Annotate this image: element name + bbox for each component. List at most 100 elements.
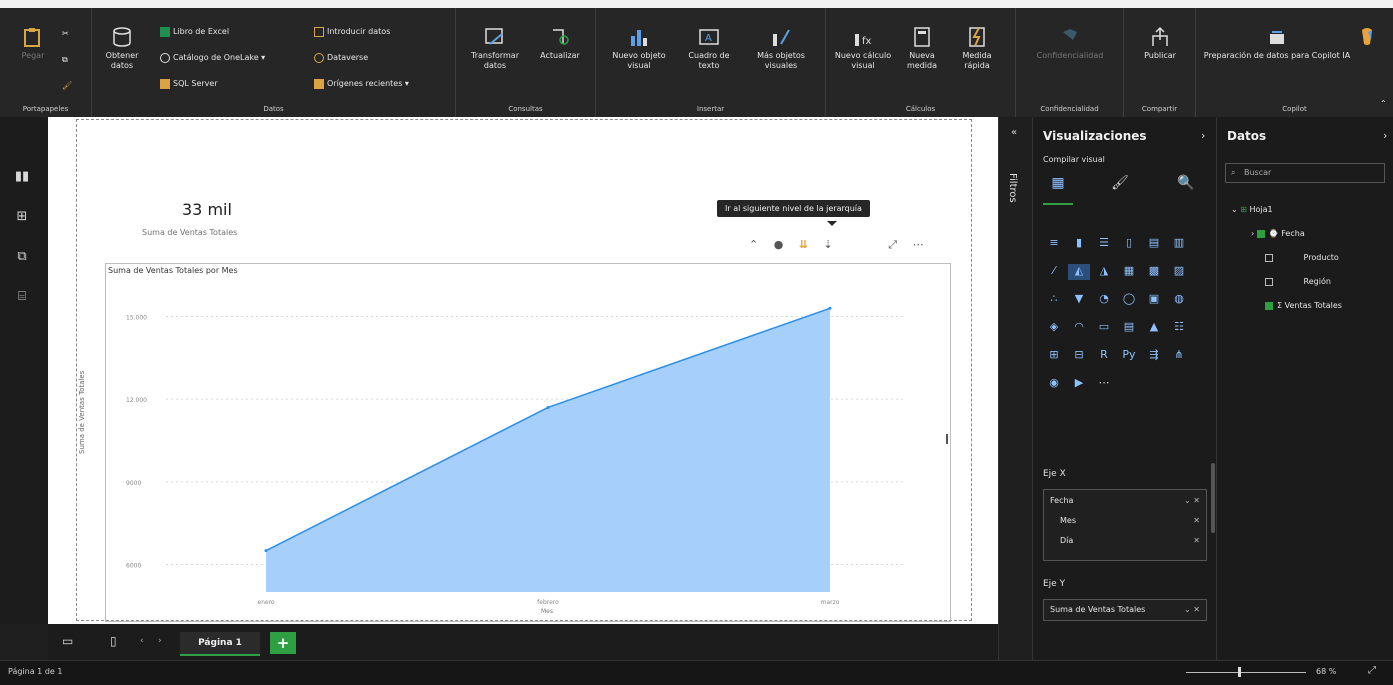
- drill-up-icon[interactable]: ⌃: [749, 238, 758, 251]
- enter-data-button[interactable]: Introducir datos: [314, 26, 390, 38]
- transform-data-button[interactable]: Transformar datos: [464, 26, 526, 71]
- prev-page-icon[interactable]: ‹: [140, 636, 144, 646]
- x-field-mes-remove-icon[interactable]: ✕: [1193, 516, 1200, 525]
- pie-chart-icon[interactable]: ◔: [1093, 292, 1115, 308]
- decomposition-tree-icon[interactable]: ⋔: [1168, 348, 1190, 364]
- paste-button[interactable]: Pegar: [18, 26, 48, 61]
- quick-measure-button[interactable]: Medida rápida: [950, 26, 1004, 71]
- clustered-bar-icon[interactable]: ☰: [1093, 236, 1115, 252]
- sensitivity-button[interactable]: Confidencialidad: [1024, 26, 1116, 61]
- build-visual-tab-icon[interactable]: ▦: [1043, 175, 1073, 205]
- map-icon[interactable]: ◍: [1168, 292, 1190, 308]
- python-visual-icon[interactable]: Py: [1118, 348, 1140, 364]
- fecha-checkbox[interactable]: [1256, 229, 1265, 238]
- field-ventas-totales[interactable]: Σ Ventas Totales: [1265, 301, 1342, 310]
- donut-chart-icon[interactable]: ◯: [1118, 292, 1140, 308]
- new-measure-button[interactable]: Nueva medida: [898, 26, 946, 71]
- r-visual-icon[interactable]: R: [1093, 348, 1115, 364]
- onelake-catalog-button[interactable]: Catálogo de OneLake ▾: [160, 52, 265, 64]
- region-checkbox[interactable]: [1265, 277, 1273, 286]
- gauge-icon[interactable]: ◠: [1068, 320, 1090, 336]
- next-page-icon[interactable]: ›: [158, 636, 162, 646]
- publish-button[interactable]: Publicar: [1134, 26, 1186, 61]
- collapse-viz-icon[interactable]: ›: [1201, 129, 1205, 142]
- dax-query-view-icon[interactable]: ⌸: [11, 289, 33, 307]
- drill-mode-icon[interactable]: ●: [774, 238, 784, 251]
- data-point[interactable]: [828, 306, 832, 310]
- y-field-remove-icon[interactable]: ⌄ ✕: [1184, 605, 1200, 614]
- narrative-icon[interactable]: ▶: [1068, 376, 1090, 392]
- filters-pane-collapsed[interactable]: « Filtros: [998, 117, 1033, 660]
- x-field-mes[interactable]: Mes: [1060, 516, 1076, 525]
- copilot-button[interactable]: [1350, 26, 1384, 51]
- more-visuals-ellipsis-icon[interactable]: ⋯: [1093, 376, 1115, 392]
- x-axis-well[interactable]: Fecha ⌄ ✕ Mes ✕ Día ✕: [1043, 489, 1207, 561]
- field-fecha[interactable]: › ⌚ Fecha: [1251, 229, 1305, 238]
- recent-sources-button[interactable]: Orígenes recientes ▾: [314, 78, 409, 90]
- viz-pane-scrollbar[interactable]: [1211, 463, 1215, 533]
- refresh-button[interactable]: Actualizar: [532, 26, 588, 61]
- zoom-slider-thumb[interactable]: [1238, 667, 1241, 677]
- collapse-data-icon[interactable]: ›: [1383, 129, 1387, 142]
- y-field-ventas[interactable]: Suma de Ventas Totales: [1050, 605, 1145, 614]
- filters-label[interactable]: Filtros: [1007, 173, 1018, 203]
- report-canvas[interactable]: 33 mil Suma de Ventas Totales Ir al sigu…: [48, 117, 998, 624]
- x-field-fecha-remove-icon[interactable]: ⌄ ✕: [1184, 496, 1200, 505]
- card-icon[interactable]: ▭: [1093, 320, 1115, 336]
- cut-icon[interactable]: ✂: [62, 28, 69, 40]
- x-field-dia[interactable]: Día: [1060, 536, 1073, 545]
- drill-next-level-icon[interactable]: ⇊: [799, 238, 808, 251]
- table-view-icon[interactable]: ⊞: [11, 209, 33, 227]
- add-page-button[interactable]: +: [270, 632, 296, 654]
- get-data-button[interactable]: Obtener datos: [102, 26, 142, 71]
- text-box-button[interactable]: A Cuadro de texto: [678, 26, 740, 71]
- kpi-icon[interactable]: ▲: [1143, 320, 1165, 336]
- model-view-icon[interactable]: ⧉: [11, 249, 33, 267]
- copilot-data-prep-button[interactable]: Preparación de datos para Copilot IA: [1202, 26, 1352, 61]
- multirow-card-icon[interactable]: ▤: [1118, 320, 1140, 336]
- data-point[interactable]: [546, 405, 550, 409]
- field-producto[interactable]: Producto: [1265, 253, 1339, 262]
- dataverse-button[interactable]: Dataverse: [314, 52, 368, 64]
- new-visual-calc-button[interactable]: fx Nuevo cálculo visual: [832, 26, 894, 71]
- analytics-tab-icon[interactable]: 🔍: [1171, 175, 1201, 203]
- stacked-bar-icon[interactable]: ≡: [1043, 236, 1065, 252]
- ventas-checkbox[interactable]: [1265, 301, 1273, 310]
- clustered-column-icon[interactable]: ▯: [1118, 236, 1140, 252]
- funnel-icon[interactable]: ▼: [1068, 292, 1090, 308]
- fit-to-page-icon[interactable]: ⤢: [1368, 665, 1376, 676]
- zoom-slider[interactable]: [1186, 672, 1306, 673]
- new-visual-button[interactable]: Nuevo objeto visual: [604, 26, 674, 71]
- producto-checkbox[interactable]: [1265, 253, 1273, 262]
- format-visual-tab-icon[interactable]: 🖌: [1105, 175, 1135, 203]
- desktop-layout-icon[interactable]: ▭: [62, 634, 73, 648]
- 100-bar-icon[interactable]: ▤: [1143, 236, 1165, 252]
- y-axis-well[interactable]: Suma de Ventas Totales ⌄ ✕: [1043, 599, 1207, 621]
- data-point[interactable]: [264, 549, 268, 553]
- data-search-input[interactable]: ⌕ Buscar: [1225, 163, 1385, 183]
- line-column-icon[interactable]: ▦: [1118, 264, 1140, 280]
- key-influencers-icon[interactable]: ⇶: [1143, 348, 1165, 364]
- mobile-layout-icon[interactable]: ▯: [110, 634, 117, 648]
- area-chart-visual[interactable]: Suma de Ventas Totales por Mes Suma de V…: [78, 263, 951, 622]
- report-view-icon[interactable]: ▮▮: [11, 169, 33, 187]
- resize-handle[interactable]: [946, 434, 948, 444]
- focus-mode-icon[interactable]: ⤢: [888, 238, 897, 251]
- sql-server-button[interactable]: SQL Server: [160, 78, 218, 90]
- expand-filters-icon[interactable]: «: [1011, 127, 1017, 138]
- filled-map-icon[interactable]: ◈: [1043, 320, 1065, 336]
- zoom-level[interactable]: 68 %: [1316, 667, 1336, 676]
- expand-hierarchy-icon[interactable]: ⇣: [824, 238, 833, 251]
- ribbon-chart-icon[interactable]: ▩: [1143, 264, 1165, 280]
- line-chart-icon[interactable]: ⁄: [1043, 264, 1065, 280]
- waterfall-icon[interactable]: ▨: [1168, 264, 1190, 280]
- page-tab-1[interactable]: Página 1: [180, 632, 260, 656]
- stacked-column-icon[interactable]: ▮: [1068, 236, 1090, 252]
- area-chart-icon[interactable]: ◭: [1068, 264, 1090, 280]
- treemap-icon[interactable]: ▣: [1143, 292, 1165, 308]
- x-field-dia-remove-icon[interactable]: ✕: [1193, 536, 1200, 545]
- collapse-ribbon-icon[interactable]: ⌃: [1380, 98, 1387, 110]
- format-painter-icon[interactable]: 🖌: [62, 80, 72, 92]
- slicer-icon[interactable]: ☷: [1168, 320, 1190, 336]
- scatter-icon[interactable]: ∴: [1043, 292, 1065, 308]
